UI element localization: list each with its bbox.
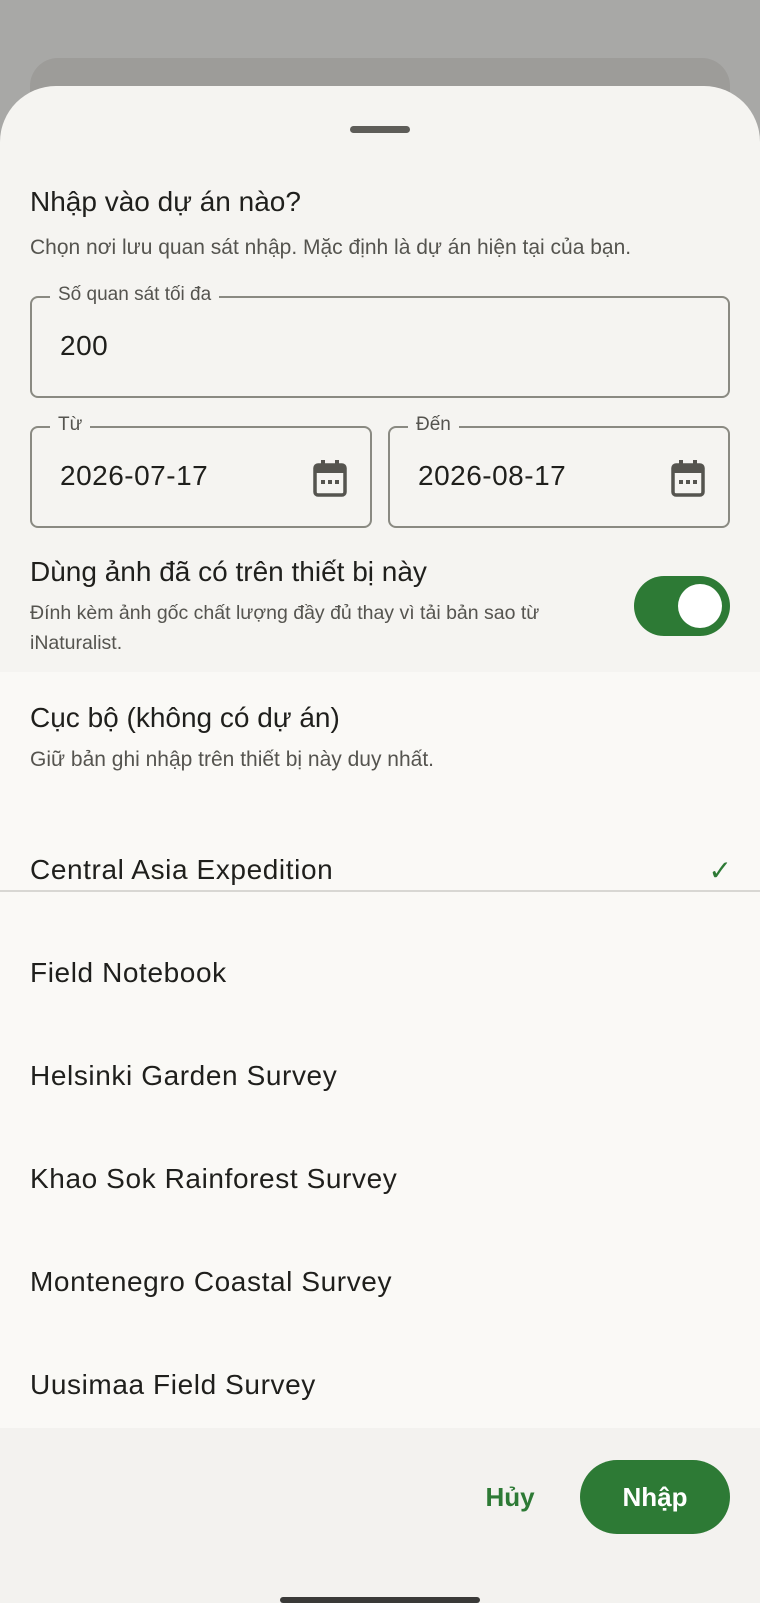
import-bottom-sheet: Nhập vào dự án nào? Chọn nơi lưu quan sá…: [0, 86, 760, 1603]
check-icon: ✓: [708, 855, 732, 886]
project-item[interactable]: Khao Sok Rainforest Survey: [0, 1129, 760, 1232]
to-date-field[interactable]: Đến 2026-08-17: [388, 414, 730, 528]
max-observations-value[interactable]: 200: [60, 330, 108, 362]
project-item[interactable]: Helsinki Garden Survey: [0, 1026, 760, 1129]
drag-handle[interactable]: [350, 126, 410, 133]
import-button[interactable]: Nhập: [580, 1460, 730, 1534]
project-name: Field Notebook: [30, 957, 227, 988]
use-device-photos-title: Dùng ảnh đã có trên thiết bị này: [30, 556, 427, 587]
cancel-button[interactable]: Hủy: [470, 1460, 550, 1534]
sheet-footer: Hủy Nhập: [0, 1428, 760, 1603]
max-observations-field[interactable]: Số quan sát tối đa 200: [30, 284, 730, 398]
project-item[interactable]: Field Notebook: [0, 923, 760, 1026]
project-name: Helsinki Garden Survey: [30, 1060, 338, 1091]
project-name: Uusimaa Field Survey: [30, 1369, 316, 1400]
switch-knob: [678, 584, 722, 628]
to-date-value[interactable]: 2026-08-17: [418, 460, 566, 492]
from-date-field[interactable]: Từ 2026-07-17: [30, 414, 372, 528]
project-name: Khao Sok Rainforest Survey: [30, 1163, 398, 1194]
calendar-icon[interactable]: [312, 458, 348, 498]
sheet-subtitle: Chọn nơi lưu quan sát nhập. Mặc định là …: [30, 236, 632, 259]
local-option-title: Cục bộ (không có dự án): [30, 702, 340, 733]
local-option-description: Giữ bản ghi nhập trên thiết bị này duy n…: [30, 748, 434, 771]
project-name: Montenegro Coastal Survey: [30, 1266, 393, 1297]
project-list: Cục bộ (không có dự án) Giữ bản ghi nhập…: [0, 672, 760, 1428]
max-observations-label: Số quan sát tối đa: [50, 284, 220, 306]
to-date-label: Đến: [408, 414, 459, 436]
use-device-photos-switch[interactable]: [634, 576, 730, 636]
use-device-photos-description: Đính kèm ảnh gốc chất lượng đầy đủ thay …: [30, 602, 540, 654]
from-date-value[interactable]: 2026-07-17: [60, 460, 208, 492]
project-item[interactable]: Central Asia Expedition ✓: [0, 820, 760, 923]
sheet-title: Nhập vào dự án nào?: [30, 186, 301, 217]
project-item[interactable]: Uusimaa Field Survey: [0, 1335, 760, 1438]
project-item[interactable]: Montenegro Coastal Survey: [0, 1232, 760, 1335]
gesture-nav-bar[interactable]: [280, 1597, 480, 1603]
calendar-icon[interactable]: [670, 458, 706, 498]
from-date-label: Từ: [50, 414, 91, 436]
project-name: Central Asia Expedition: [30, 854, 334, 885]
